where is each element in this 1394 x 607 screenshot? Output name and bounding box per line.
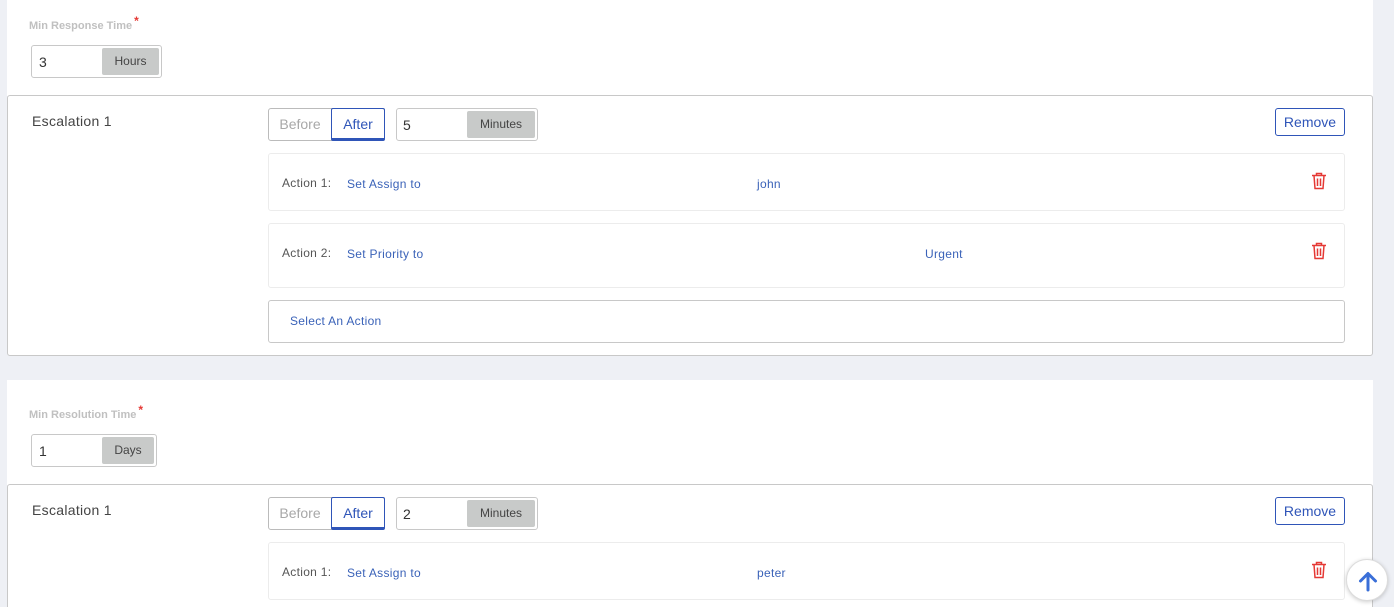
min-resolution-time-label: Min Resolution Time *	[29, 403, 144, 421]
action-value[interactable]: peter	[757, 566, 786, 580]
escalation-time-input[interactable]: 2 Minutes	[396, 497, 538, 530]
action-type[interactable]: Set Priority to	[347, 247, 424, 261]
arrow-up-icon	[1359, 572, 1377, 592]
min-response-time-panel: Min Response Time * 3 Hours	[7, 0, 1373, 96]
action-value[interactable]: Urgent	[925, 247, 963, 261]
select-action-dropdown[interactable]: Select An Action	[268, 300, 1345, 343]
before-after-toggle: Before After	[268, 108, 385, 141]
action-row: Action 1: Set Assign to peter	[268, 542, 1345, 600]
required-mark: *	[138, 403, 144, 417]
action-label: Action 2:	[282, 246, 332, 260]
action-row: Action 1: Set Assign to john	[268, 153, 1345, 211]
min-resolution-time-input[interactable]: 1 Days	[31, 434, 157, 467]
remove-button[interactable]: Remove	[1275, 108, 1345, 136]
scroll-to-top-button[interactable]	[1346, 559, 1388, 601]
remove-button[interactable]: Remove	[1275, 497, 1345, 525]
action-label: Action 1:	[282, 565, 332, 579]
min-response-time-label: Min Response Time *	[29, 14, 139, 32]
before-option[interactable]: Before	[269, 109, 331, 140]
escalation-title: Escalation 1	[32, 113, 112, 129]
min-resolution-time-panel: Min Resolution Time * 1 Days	[7, 380, 1373, 485]
escalation-time-input[interactable]: 5 Minutes	[396, 108, 538, 141]
after-option[interactable]: After	[331, 497, 385, 530]
before-after-toggle: Before After	[268, 497, 385, 530]
min-response-time-input[interactable]: 3 Hours	[31, 45, 162, 78]
min-resolution-time-value: 1	[39, 443, 47, 459]
escalation-time-value: 5	[403, 117, 411, 133]
trash-icon[interactable]	[1311, 561, 1327, 579]
response-escalation-block: Escalation 1 Before After 5 Minutes Remo…	[7, 95, 1373, 356]
action-type[interactable]: Set Assign to	[347, 566, 421, 580]
action-type[interactable]: Set Assign to	[347, 177, 421, 191]
min-response-time-value: 3	[39, 54, 47, 70]
resolution-escalation-block: Escalation 1 Before After 2 Minutes Remo…	[7, 484, 1373, 607]
min-resolution-time-unit[interactable]: Days	[102, 437, 154, 464]
action-label: Action 1:	[282, 176, 332, 190]
escalation-title: Escalation 1	[32, 502, 112, 518]
trash-icon[interactable]	[1311, 242, 1327, 260]
escalation-time-value: 2	[403, 506, 411, 522]
escalation-time-unit[interactable]: Minutes	[467, 111, 535, 138]
before-option[interactable]: Before	[269, 498, 331, 529]
after-option[interactable]: After	[331, 108, 385, 141]
trash-icon[interactable]	[1311, 172, 1327, 190]
select-action-label: Select An Action	[290, 314, 382, 328]
action-value[interactable]: john	[757, 177, 781, 191]
escalation-time-unit[interactable]: Minutes	[467, 500, 535, 527]
action-row: Action 2: Set Priority to Urgent	[268, 223, 1345, 288]
required-mark: *	[134, 14, 139, 28]
min-response-time-unit[interactable]: Hours	[102, 48, 159, 75]
